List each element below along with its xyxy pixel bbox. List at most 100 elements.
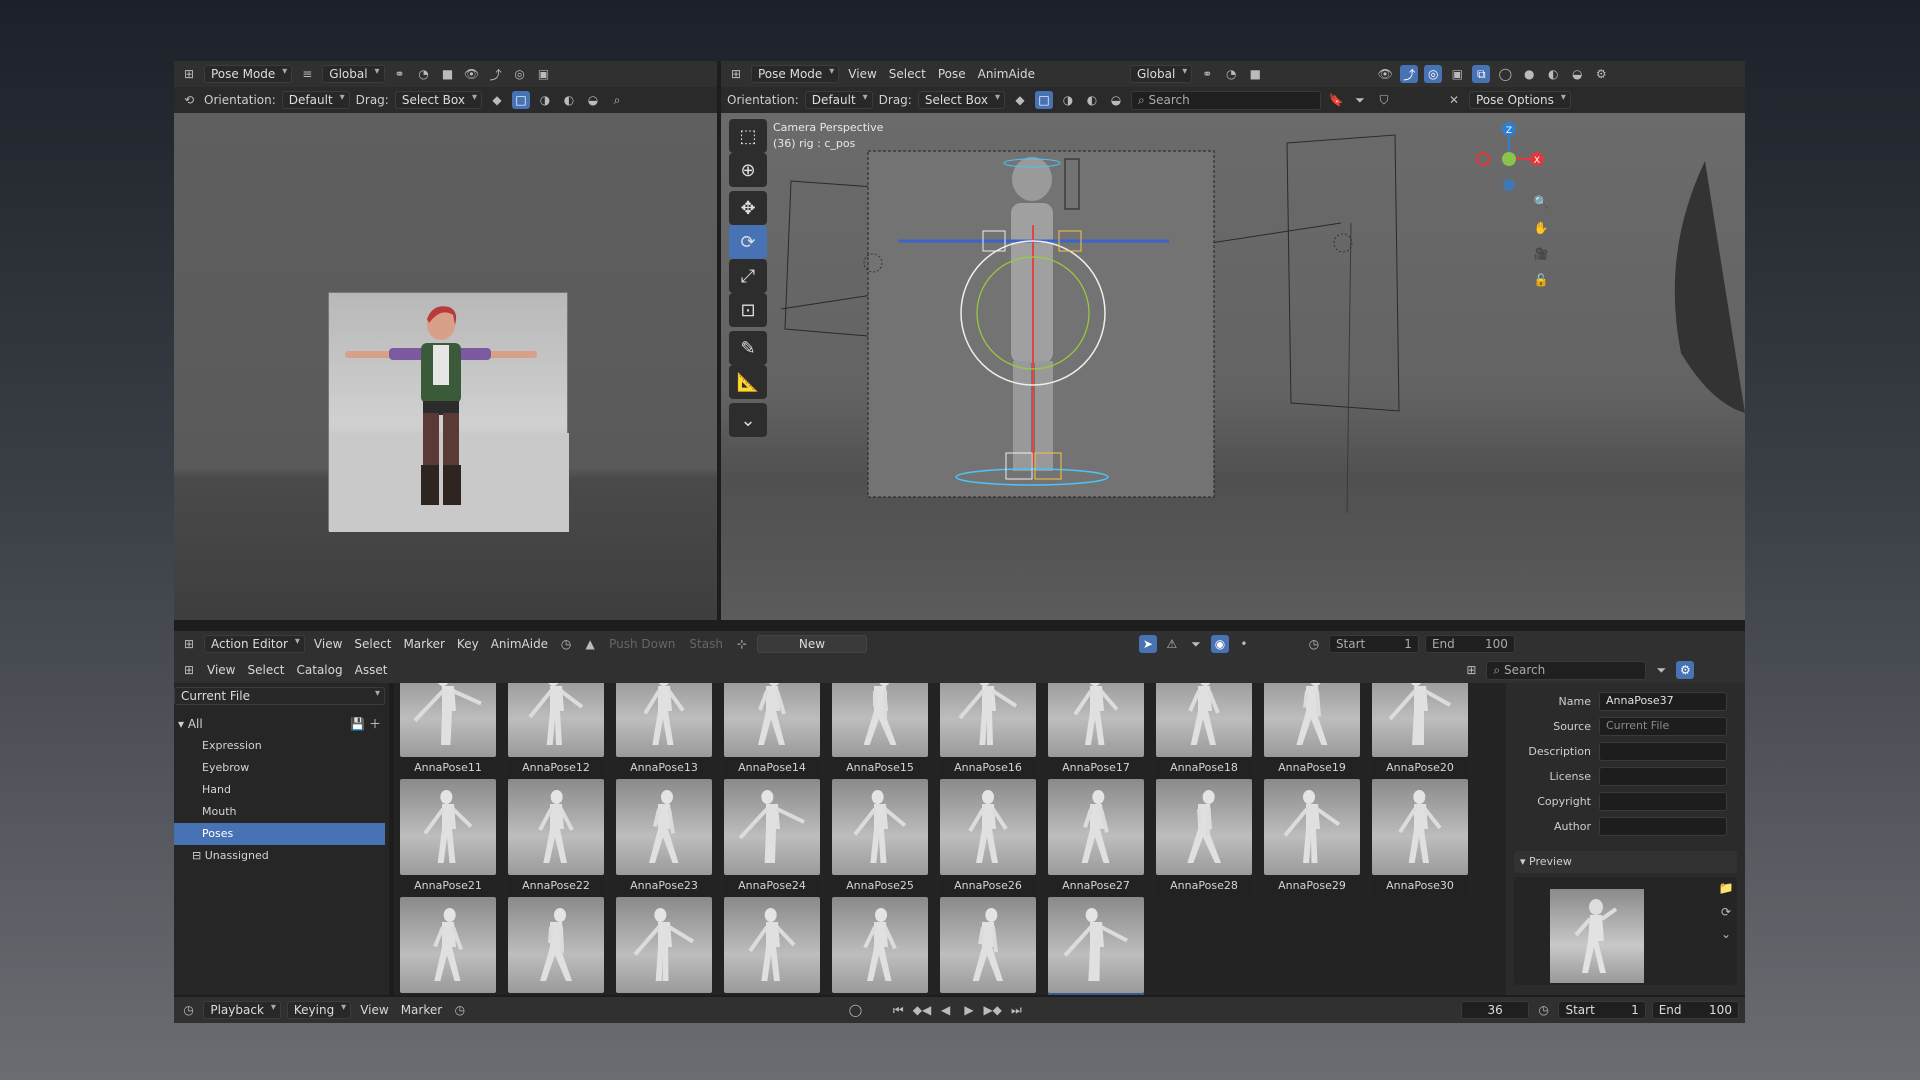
asset-thumbnail[interactable]: AnnaPose24 (724, 779, 820, 897)
hamburger-icon[interactable]: ≡ (298, 65, 316, 83)
keyframe-dot-icon[interactable]: • (1235, 635, 1253, 653)
asset-thumbnail[interactable]: AnnaPose30 (1372, 779, 1468, 897)
overlay-icon[interactable]: ◎ (1424, 65, 1443, 83)
only-selected-icon[interactable]: ➤ (1138, 635, 1157, 653)
play-icon[interactable]: ▶ (960, 1001, 977, 1019)
prop-name-field[interactable]: AnnaPose37 (1599, 692, 1727, 711)
display-mode-icon[interactable]: ⊞ (1462, 661, 1480, 679)
show-errors-icon[interactable]: ⚠ (1163, 635, 1181, 653)
menu-view[interactable]: View (357, 1003, 391, 1017)
proportional-icon[interactable]: ■ (1246, 65, 1264, 83)
folder-icon[interactable]: 📁 (1717, 879, 1735, 897)
menu-select[interactable]: Select (351, 637, 394, 651)
catalog-expression[interactable]: Expression (174, 735, 389, 757)
current-frame-field[interactable]: 36 (1461, 1001, 1530, 1019)
catalog-mouth[interactable]: Mouth (174, 801, 389, 823)
timeline-end-field[interactable]: End 100 (1651, 1001, 1739, 1019)
right-transform-dropdown[interactable]: Global (1130, 65, 1193, 83)
tool-settings-icon[interactable]: ⟲ (180, 91, 198, 109)
menu-pose[interactable]: Pose (935, 67, 969, 81)
proportional-icon[interactable]: ■ (439, 65, 457, 83)
shading-wire-icon[interactable]: ◯ (1496, 65, 1514, 83)
next-keyframe-icon[interactable]: ▶◆ (983, 1001, 1001, 1019)
asset-thumbnail[interactable]: AnnaPose17 (1048, 683, 1144, 779)
catalog-root-row[interactable]: ▾ All 💾 ＋ (174, 713, 389, 735)
asset-thumbnail[interactable]: AnnaPose26 (940, 779, 1036, 897)
library-dropdown[interactable]: Current File (174, 687, 385, 705)
menu-key[interactable]: Key (454, 637, 482, 651)
menu-view[interactable]: View (311, 637, 345, 651)
play-reverse-icon[interactable]: ◀ (937, 1001, 954, 1019)
asset-thumbnail[interactable]: AnnaPose36 (940, 897, 1036, 995)
asset-thumbnail[interactable]: AnnaPose31 (400, 897, 496, 995)
asset-thumbnail[interactable]: AnnaPose15 (832, 683, 928, 779)
asset-thumbnail[interactable]: AnnaPose13 (616, 683, 712, 779)
filter-icon[interactable]: ⏷ (1652, 661, 1670, 679)
shading-render-icon[interactable]: ◒ (1568, 65, 1586, 83)
zoom-icon[interactable]: 🔍 (1532, 193, 1550, 211)
action-browse-icon[interactable]: ⊹ (733, 635, 751, 653)
asset-thumbnail[interactable]: AnnaPose20 (1372, 683, 1468, 779)
refresh-icon[interactable]: ⟳ (1717, 903, 1735, 921)
asset-thumbnail[interactable]: AnnaPose12 (508, 683, 604, 779)
close-icon[interactable]: ✕ (1445, 91, 1463, 109)
asset-thumbnail[interactable]: AnnaPose37 (1048, 897, 1144, 995)
left-transform-dropdown[interactable]: Global (322, 65, 385, 83)
action-end-field[interactable]: End 100 (1424, 635, 1515, 653)
menu-catalog[interactable]: Catalog (294, 663, 346, 677)
link-icon[interactable]: ⚭ (1198, 65, 1216, 83)
asset-thumbnail[interactable]: AnnaPose27 (1048, 779, 1144, 897)
shading-material-icon[interactable]: ◐ (1083, 91, 1101, 109)
left-orientation-dropdown[interactable]: Default (281, 91, 350, 109)
asset-thumbnail[interactable]: AnnaPose11 (400, 683, 496, 779)
tool-scale[interactable]: ⤢ (729, 259, 767, 293)
pose-options-dropdown[interactable]: Pose Options (1468, 91, 1571, 109)
right-drag-dropdown[interactable]: Select Box (917, 91, 1005, 109)
preview-range-icon[interactable]: ◷ (1305, 635, 1323, 653)
right-mode-dropdown[interactable]: Pose Mode (751, 65, 840, 83)
asset-search-input[interactable]: ⌕ Search (1486, 660, 1647, 680)
new-action-button[interactable]: New (756, 635, 867, 653)
filter-icon[interactable]: ⏷ (1187, 635, 1205, 653)
shading-render-icon[interactable]: ◒ (1107, 91, 1125, 109)
shading-material-icon[interactable]: ◐ (1544, 65, 1562, 83)
tool-cursor[interactable]: ⊕ (729, 153, 767, 187)
camera-view-icon[interactable]: 🎥 (1532, 245, 1550, 263)
shading-color-icon[interactable]: ◆ (488, 91, 506, 109)
pan-hand-icon[interactable]: ✋ (1532, 219, 1550, 237)
timeline-start-field[interactable]: Start 1 (1558, 1001, 1646, 1019)
menu-select[interactable]: Select (886, 67, 929, 81)
playback-menu[interactable]: Playback (203, 1001, 281, 1019)
gear-icon[interactable]: ⚙ (1592, 65, 1610, 83)
asset-thumbnail[interactable]: AnnaPose33 (616, 897, 712, 995)
editor-type-icon[interactable]: ⊞ (180, 661, 198, 679)
stash-button[interactable]: Stash (685, 637, 727, 651)
editor-type-icon[interactable]: ◷ (180, 1001, 197, 1019)
asset-thumbnail[interactable]: AnnaPose23 (616, 779, 712, 897)
tool-transform[interactable]: ⊡ (729, 293, 767, 327)
catalog-save-icon[interactable]: 💾 (350, 717, 365, 731)
menu-marker[interactable]: Marker (400, 637, 447, 651)
pose-viewport[interactable]: Camera Perspective (36) rig : c_pos ⬚ ⊕ … (721, 113, 1745, 620)
viewport-search-input[interactable]: ⌕ Search (1130, 90, 1321, 110)
asset-thumbnail[interactable]: AnnaPose29 (1264, 779, 1360, 897)
push-down-button[interactable]: Push Down (605, 637, 679, 651)
menu-asset[interactable]: Asset (352, 663, 391, 677)
gear-icon[interactable]: ⚙ (1676, 661, 1695, 679)
shield-icon[interactable]: ⛉ (1375, 91, 1393, 109)
asset-thumbnail[interactable]: AnnaPose19 (1264, 683, 1360, 779)
menu-marker[interactable]: Marker (398, 1003, 445, 1017)
left-mode-dropdown[interactable]: Pose Mode (204, 65, 293, 83)
asset-thumbnail[interactable]: AnnaPose16 (940, 683, 1036, 779)
asset-thumbnail[interactable]: AnnaPose22 (508, 779, 604, 897)
gizmo-icon[interactable]: ⤴ (1400, 65, 1419, 83)
asset-thumbnail[interactable]: AnnaPose25 (832, 779, 928, 897)
action-start-field[interactable]: Start 1 (1328, 635, 1419, 653)
catalog-unassigned[interactable]: ⊟ Unassigned (174, 845, 389, 867)
keying-menu[interactable]: Keying (286, 1001, 352, 1019)
filter-icon[interactable]: ⏷ (1351, 91, 1369, 109)
jump-start-icon[interactable]: ⏮ (890, 1001, 907, 1019)
shading-solid-icon[interactable]: ◑ (1059, 91, 1077, 109)
gizmo-icon[interactable]: ⤴ (487, 65, 505, 83)
tool-rotate[interactable]: ⟳ (729, 225, 767, 259)
